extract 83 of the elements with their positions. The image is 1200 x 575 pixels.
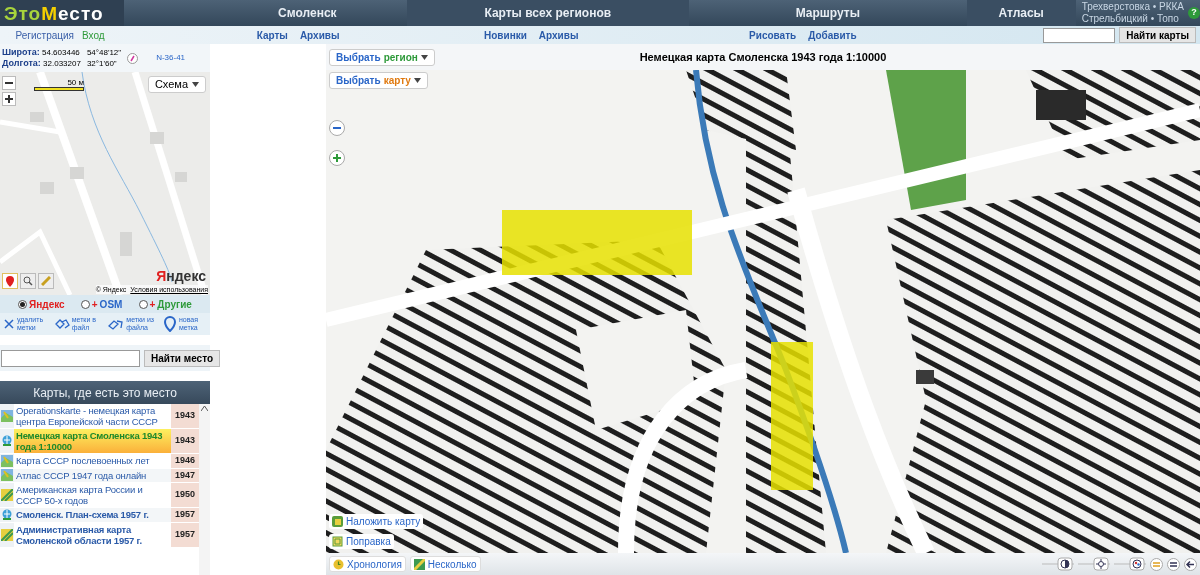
map-tool-button[interactable]: Хронология	[329, 556, 406, 572]
magnifier-icon	[23, 276, 33, 286]
map-list-item[interactable]: Немецкая карта Смоленска 1943 года 1:10000 1943	[0, 429, 199, 454]
plus-sign: +	[149, 297, 156, 312]
caret-icon	[192, 82, 199, 87]
subnav-link[interactable]: Архивы	[538, 27, 579, 43]
place-search-field[interactable]	[1, 349, 140, 367]
map-list-item[interactable]: Административная карта Смоленской области 1957 г. 1957	[0, 522, 199, 548]
layers-icon	[332, 536, 343, 547]
nav-link[interactable]: Смоленск	[278, 4, 337, 22]
provider-radio[interactable]: + Другие	[138, 296, 192, 312]
provider-radio[interactable]: + OSM	[80, 296, 123, 312]
pin-icon	[6, 275, 14, 287]
help-icon[interactable]: ?	[1188, 7, 1200, 19]
picker-dropdown[interactable]: Выбрать регион	[329, 49, 435, 66]
color-slider[interactable]	[1114, 557, 1146, 571]
scroll-up-icon[interactable]	[201, 406, 208, 411]
plus-icon	[333, 154, 341, 162]
plus-sign: +	[91, 297, 98, 312]
search-field[interactable]	[1043, 27, 1116, 43]
zoom-box-button[interactable]	[20, 273, 36, 289]
auth-link[interactable]: Регистрация	[15, 27, 74, 43]
map-tool-button[interactable]: Несколько	[409, 556, 481, 572]
globe-icon	[1, 508, 13, 521]
map-list-item[interactable]: Американская карта России и СССР 50-х годов 1950	[0, 483, 199, 508]
map-icon	[1, 469, 13, 482]
map-list-item[interactable]: Operationskarte - немецкая карта центра Европейской части СССР 1943	[0, 404, 199, 429]
map-tool-button[interactable]: Поправка	[329, 534, 394, 549]
map-tool-button[interactable]: Наложить карту	[329, 514, 424, 529]
zoom-in-button[interactable]	[2, 92, 16, 106]
cross-icon	[3, 318, 15, 330]
longitude-label: Долгота:	[2, 58, 41, 68]
sheet-code: N-36-41	[156, 52, 186, 64]
atlas-link[interactable]: Стрельбицкий • Топо	[1081, 13, 1184, 25]
map-title: Немецкая карта Смоленска 1943 года 1:10000	[639, 49, 887, 65]
minus-icon	[5, 82, 13, 84]
latitude-value: 54.603446	[42, 48, 80, 57]
auth-link[interactable]: Вход	[82, 27, 105, 43]
map-list-item[interactable]: Смоленск. План-схема 1957 г. 1957	[0, 508, 199, 523]
contrast-slider[interactable]	[1042, 557, 1074, 571]
layers-icon	[332, 516, 343, 527]
subnav-link[interactable]: Рисовать	[749, 27, 797, 43]
map-icon	[1, 528, 13, 541]
layer-dropdown[interactable]: Схема	[147, 76, 206, 93]
back-arrow-icon[interactable]	[1184, 557, 1197, 571]
latitude-dms: 54°48'12"	[86, 47, 122, 58]
minus-icon	[333, 127, 341, 129]
search-button[interactable]: Найти карты	[1119, 27, 1196, 43]
provider-radio[interactable]: Яндекс	[18, 296, 65, 312]
globe-icon	[1, 435, 13, 447]
subnav-link[interactable]: Архивы	[299, 27, 340, 43]
caret-icon	[420, 55, 428, 60]
scale-label: 50 м	[67, 78, 84, 87]
map-icon	[1, 410, 13, 422]
plus-icon	[5, 95, 13, 103]
pins-icon	[108, 318, 125, 330]
longitude-dms: 32°1'60"	[86, 58, 118, 69]
place-search-button[interactable]: Найти место	[144, 349, 221, 367]
longitude-value: 32.033207	[43, 59, 81, 68]
atlas-link[interactable]: Трехверстовка • РККА	[1081, 1, 1184, 13]
map-list-item[interactable]: Карта СССР послевоенных лет 1946	[0, 454, 199, 469]
map-icon	[1, 454, 13, 467]
nav-link[interactable]: Маршруты	[795, 4, 860, 22]
scale-bar	[34, 87, 84, 91]
map-icon	[1, 489, 13, 501]
map-icon	[413, 558, 425, 570]
logo[interactable]: ЭтоМесто	[0, 0, 124, 26]
clock-icon	[333, 558, 344, 570]
list-header: Карты, где есть это место	[0, 381, 210, 404]
zoom-out-button[interactable]	[2, 76, 16, 90]
pin-icon	[162, 316, 177, 332]
latitude-label: Широта:	[2, 47, 40, 57]
subnav-link[interactable]: Карты	[256, 27, 288, 43]
pins-icon	[53, 318, 70, 330]
brightness-slider[interactable]	[1078, 557, 1110, 571]
compass-icon[interactable]	[127, 52, 139, 64]
picker-dropdown[interactable]: Выбрать карту	[329, 72, 428, 89]
caret-icon	[413, 78, 421, 83]
ruler-icon	[41, 276, 51, 286]
subnav-link[interactable]: Новинки	[484, 27, 527, 43]
map-provider-logo: Яндекс	[156, 269, 206, 283]
marker-button[interactable]	[2, 273, 18, 289]
subnav-link[interactable]: Добавить	[808, 27, 857, 43]
